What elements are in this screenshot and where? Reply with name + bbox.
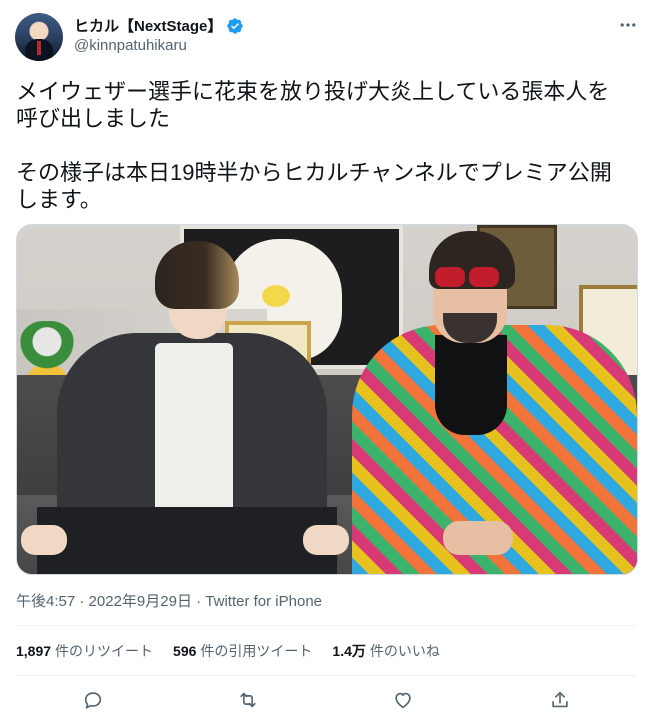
photo-person-left-pants (37, 507, 337, 574)
photo-person-left-hair (155, 241, 239, 309)
author-name-row[interactable]: ヒカル【NextStage】 (74, 15, 244, 36)
likes-stat[interactable]: 1.4万 件のいいね (332, 641, 439, 661)
meta-separator: · (75, 593, 89, 610)
more-button[interactable] (616, 13, 640, 37)
photo-person-right-sunglasses (435, 267, 465, 287)
photo-person-right-sunglasses (469, 267, 499, 287)
share-button[interactable] (546, 686, 574, 714)
reply-icon (82, 689, 104, 711)
tweet-card: ヒカル【NextStage】 @kinnpatuhikaru メイウェザー選手に… (0, 0, 652, 722)
tweet-stats: 1,897 件のリツイート 596 件の引用ツイート 1.4万 件のいいね (16, 641, 460, 661)
photo-person-left-hand (303, 525, 349, 555)
likes-count: 1.4万 (332, 643, 366, 659)
quotes-count: 596 (173, 643, 197, 659)
quotes-stat[interactable]: 596 件の引用ツイート (173, 641, 312, 661)
retweets-label: 件のリツイート (55, 643, 154, 659)
divider (16, 675, 636, 676)
avatar[interactable] (15, 13, 63, 61)
tweet-date[interactable]: 2022年9月29日 (89, 593, 192, 610)
tweet-meta: 午後4:57 · 2022年9月29日 · Twitter for iPhone (16, 590, 322, 611)
more-icon (618, 15, 638, 35)
like-button[interactable] (389, 686, 417, 714)
avatar-tie (37, 41, 41, 55)
photo-person-left-shirt (155, 343, 233, 513)
tweet-time[interactable]: 午後4:57 (16, 593, 75, 610)
retweets-count: 1,897 (16, 643, 52, 659)
verified-badge-icon (226, 17, 244, 35)
photo-person-right-tee (435, 335, 507, 435)
likes-label: 件のいいね (369, 643, 440, 659)
quotes-label: 件の引用ツイート (200, 643, 313, 659)
meta-separator: · (191, 593, 206, 610)
display-name[interactable]: ヒカル【NextStage】 (74, 15, 222, 36)
retweet-icon (237, 689, 259, 711)
photo-art-lemon (262, 285, 290, 307)
heart-icon (392, 689, 414, 711)
reply-button[interactable] (79, 686, 107, 714)
action-bar (0, 678, 652, 722)
media-photo[interactable] (16, 224, 638, 575)
share-icon (549, 689, 571, 711)
divider (16, 625, 636, 626)
handle[interactable]: @kinnpatuhikaru (74, 37, 187, 54)
tweet-source[interactable]: Twitter for iPhone (205, 593, 322, 610)
photo-person-right-hands (443, 521, 513, 555)
retweets-stat[interactable]: 1,897 件のリツイート (16, 641, 153, 661)
tweet-text: メイウェザー選手に花束を放り投げ大炎上している張本人を 呼び出しました その様子… (16, 79, 612, 212)
retweet-button[interactable] (234, 686, 262, 714)
photo-person-left-hand (21, 525, 67, 555)
